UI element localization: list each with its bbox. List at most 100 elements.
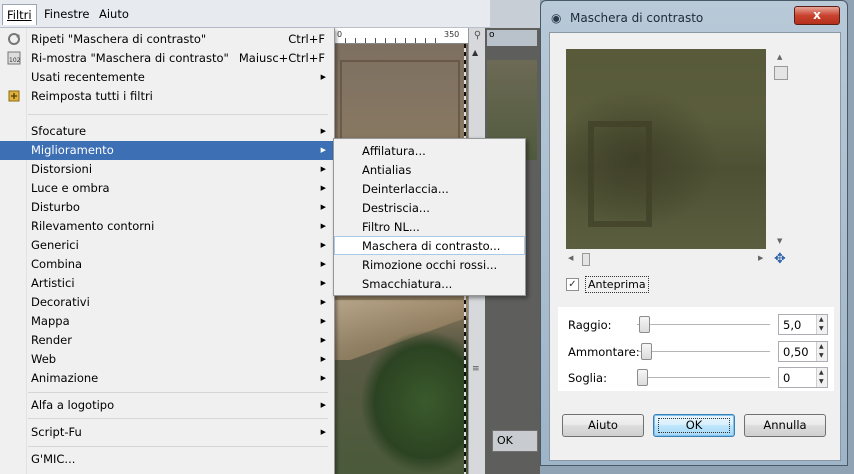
soglia-spinbutton[interactable]: 0 ▲ ▼ — [778, 367, 828, 388]
close-button[interactable]: x — [794, 6, 840, 25]
menu-item-label: Render — [31, 333, 72, 347]
scroll-left-arrow-icon[interactable]: ◀ — [568, 254, 573, 262]
scroll-thumb[interactable] — [774, 66, 788, 80]
scroll-down-arrow-icon[interactable]: ▼ — [777, 237, 782, 245]
ammontare-slider-handle[interactable] — [640, 343, 652, 360]
submenu-item-label: Deinterlaccia... — [362, 182, 449, 196]
menu-item-usati-recentemente[interactable]: Usati recentemente ▶ — [0, 68, 335, 87]
menu-item-generici[interactable]: Generici ▶ — [0, 236, 335, 255]
menu-item-alfa-a-logotipo[interactable]: Alfa a logotipo ▶ — [0, 396, 335, 415]
parameters-panel: Raggio: 5,0 ▲ ▼ Ammontare: 0,50 ▲ ▼ Sogl… — [558, 307, 834, 391]
soglia-slider-track[interactable] — [637, 377, 770, 378]
gimp-wilber-icon: ◉ — [551, 11, 562, 25]
menu-item-label: Ripeti "Maschera di contrasto" — [31, 32, 207, 46]
submenu-item-affilatura[interactable]: Affilatura... — [334, 142, 525, 161]
spin-up-icon[interactable]: ▲ — [819, 369, 824, 376]
miglioramento-submenu: Affilatura... Antialias Deinterlaccia...… — [333, 138, 526, 296]
submenu-item-rimozione-occhi-rossi[interactable]: Rimozione occhi rossi... — [334, 256, 525, 275]
help-button[interactable]: Aiuto — [562, 414, 644, 437]
reshow-icon: 102 — [7, 51, 21, 65]
menu-item-rilevamento-contorni[interactable]: Rilevamento contorni ▶ — [0, 217, 335, 236]
submenu-arrow-icon: ▶ — [320, 260, 326, 268]
scroll-up-arrow-icon[interactable]: ▲ — [472, 48, 478, 57]
menu-item-label: Combina — [31, 257, 83, 271]
menu-item-render[interactable]: Render ▶ — [0, 331, 335, 350]
menu-item-decorativi[interactable]: Decorativi ▶ — [0, 293, 335, 312]
submenu-arrow-icon: ▶ — [320, 279, 326, 287]
dialog-frame: ◉ Maschera di contrasto x ▲ ▼ ◀ ▶ ✥ ✓ An… — [540, 0, 848, 466]
scroll-grip-icon[interactable]: ≡ — [472, 364, 480, 374]
ok-button[interactable]: OK — [653, 414, 735, 437]
spin-down-icon[interactable]: ▼ — [819, 378, 824, 385]
soglia-label: Soglia: — [568, 371, 607, 385]
menu-item-artistici[interactable]: Artistici ▶ — [0, 274, 335, 293]
menu-item-gmic[interactable]: G'MIC... — [0, 450, 335, 469]
menu-item-script-fu[interactable]: Script-Fu ▶ — [0, 423, 335, 442]
submenu-item-antialias[interactable]: Antialias — [334, 161, 525, 180]
menu-aiuto[interactable]: Aiuto — [99, 7, 129, 21]
raggio-value: 5,0 — [783, 318, 802, 332]
spin-down-icon[interactable]: ▼ — [819, 325, 824, 332]
ammontare-spinbutton[interactable]: 0,50 ▲ ▼ — [778, 341, 828, 362]
menu-separator — [28, 446, 328, 447]
navigate-preview-icon[interactable]: ✥ — [774, 251, 786, 267]
raggio-spin-buttons[interactable]: ▲ ▼ — [816, 315, 827, 334]
scroll-thumb[interactable] — [582, 253, 590, 266]
menu-item-luce-e-ombra[interactable]: Luce e ombra ▶ — [0, 179, 335, 198]
menu-item-label: Artistici — [31, 276, 75, 290]
menu-item-label: G'MIC... — [31, 452, 76, 466]
raggio-spinbutton[interactable]: 5,0 ▲ ▼ — [778, 314, 828, 335]
submenu-item-label: Rimozione occhi rossi... — [362, 258, 498, 272]
submenu-item-smacchiatura[interactable]: Smacchiatura... — [334, 275, 525, 294]
raggio-slider-handle[interactable] — [639, 316, 651, 333]
param-row-soglia: Soglia: 0 ▲ ▼ — [558, 366, 834, 390]
submenu-item-maschera-di-contrasto[interactable]: Maschera di contrasto... — [334, 236, 525, 255]
menu-item-disturbo[interactable]: Disturbo ▶ — [0, 198, 335, 217]
menu-item-web[interactable]: Web ▶ — [0, 350, 335, 369]
ammontare-slider-track[interactable] — [637, 351, 770, 352]
ammontare-spin-buttons[interactable]: ▲ ▼ — [816, 342, 827, 361]
menu-item-ripeti[interactable]: Ripeti "Maschera di contrasto" Ctrl+F — [0, 30, 335, 49]
preview-checkbox[interactable]: ✓ — [566, 278, 579, 291]
soglia-slider-handle[interactable] — [637, 369, 648, 386]
preview-vertical-scrollbar[interactable]: ▲ ▼ — [774, 49, 788, 249]
menu-filtri[interactable]: Filtri — [2, 4, 37, 25]
zoom-navigation-icon[interactable]: ⚲ — [470, 28, 485, 43]
raggio-label: Raggio: — [568, 318, 612, 332]
background-panel-tab[interactable]: o — [487, 30, 537, 46]
spin-up-icon[interactable]: ▲ — [819, 343, 824, 350]
menu-item-sfocature[interactable]: Sfocature ▶ — [0, 122, 335, 141]
menu-item-ri-mostra[interactable]: 102 Ri-mostra "Maschera di contrasto" Ma… — [0, 49, 335, 68]
preview-image[interactable] — [566, 49, 766, 249]
raggio-slider-track[interactable] — [637, 324, 770, 325]
soglia-spin-buttons[interactable]: ▲ ▼ — [816, 368, 827, 387]
menu-item-label: Distorsioni — [31, 162, 93, 176]
submenu-item-label: Destriscia... — [362, 201, 430, 215]
menu-item-distorsioni[interactable]: Distorsioni ▶ — [0, 160, 335, 179]
menu-separator — [28, 114, 328, 115]
background-ok-button[interactable]: OK — [492, 430, 538, 452]
scroll-right-arrow-icon[interactable]: ▶ — [758, 254, 763, 262]
submenu-item-deinterlaccia[interactable]: Deinterlaccia... — [334, 180, 525, 199]
submenu-arrow-icon: ▶ — [320, 146, 326, 154]
menu-item-miglioramento[interactable]: Miglioramento ▶ — [0, 141, 335, 160]
submenu-arrow-icon: ▶ — [320, 317, 326, 325]
menu-item-combina[interactable]: Combina ▶ — [0, 255, 335, 274]
menu-finestre[interactable]: Finestre — [44, 7, 89, 21]
menu-item-reimposta[interactable]: Reimposta tutti i filtri — [0, 87, 335, 106]
submenu-arrow-icon: ▶ — [320, 184, 326, 192]
scroll-up-arrow-icon[interactable]: ▲ — [777, 53, 782, 61]
menu-item-label: Alfa a logotipo — [31, 398, 115, 412]
menu-item-accel: Maiusc+Ctrl+F — [238, 51, 325, 65]
cancel-button[interactable]: Annulla — [744, 414, 826, 437]
submenu-item-filtro-nl[interactable]: Filtro NL... — [334, 218, 525, 237]
preview-horizontal-scrollbar[interactable]: ◀ ▶ — [566, 253, 766, 267]
menu-item-mappa[interactable]: Mappa ▶ — [0, 312, 335, 331]
menu-item-animazione[interactable]: Animazione ▶ — [0, 369, 335, 388]
spin-up-icon[interactable]: ▲ — [819, 316, 824, 323]
submenu-item-destriscia[interactable]: Destriscia... — [334, 199, 525, 218]
spin-down-icon[interactable]: ▼ — [819, 352, 824, 359]
menu-item-label: Mappa — [31, 314, 70, 328]
preview-frame-detail — [588, 121, 652, 227]
menu-item-label: Decorativi — [31, 295, 90, 309]
